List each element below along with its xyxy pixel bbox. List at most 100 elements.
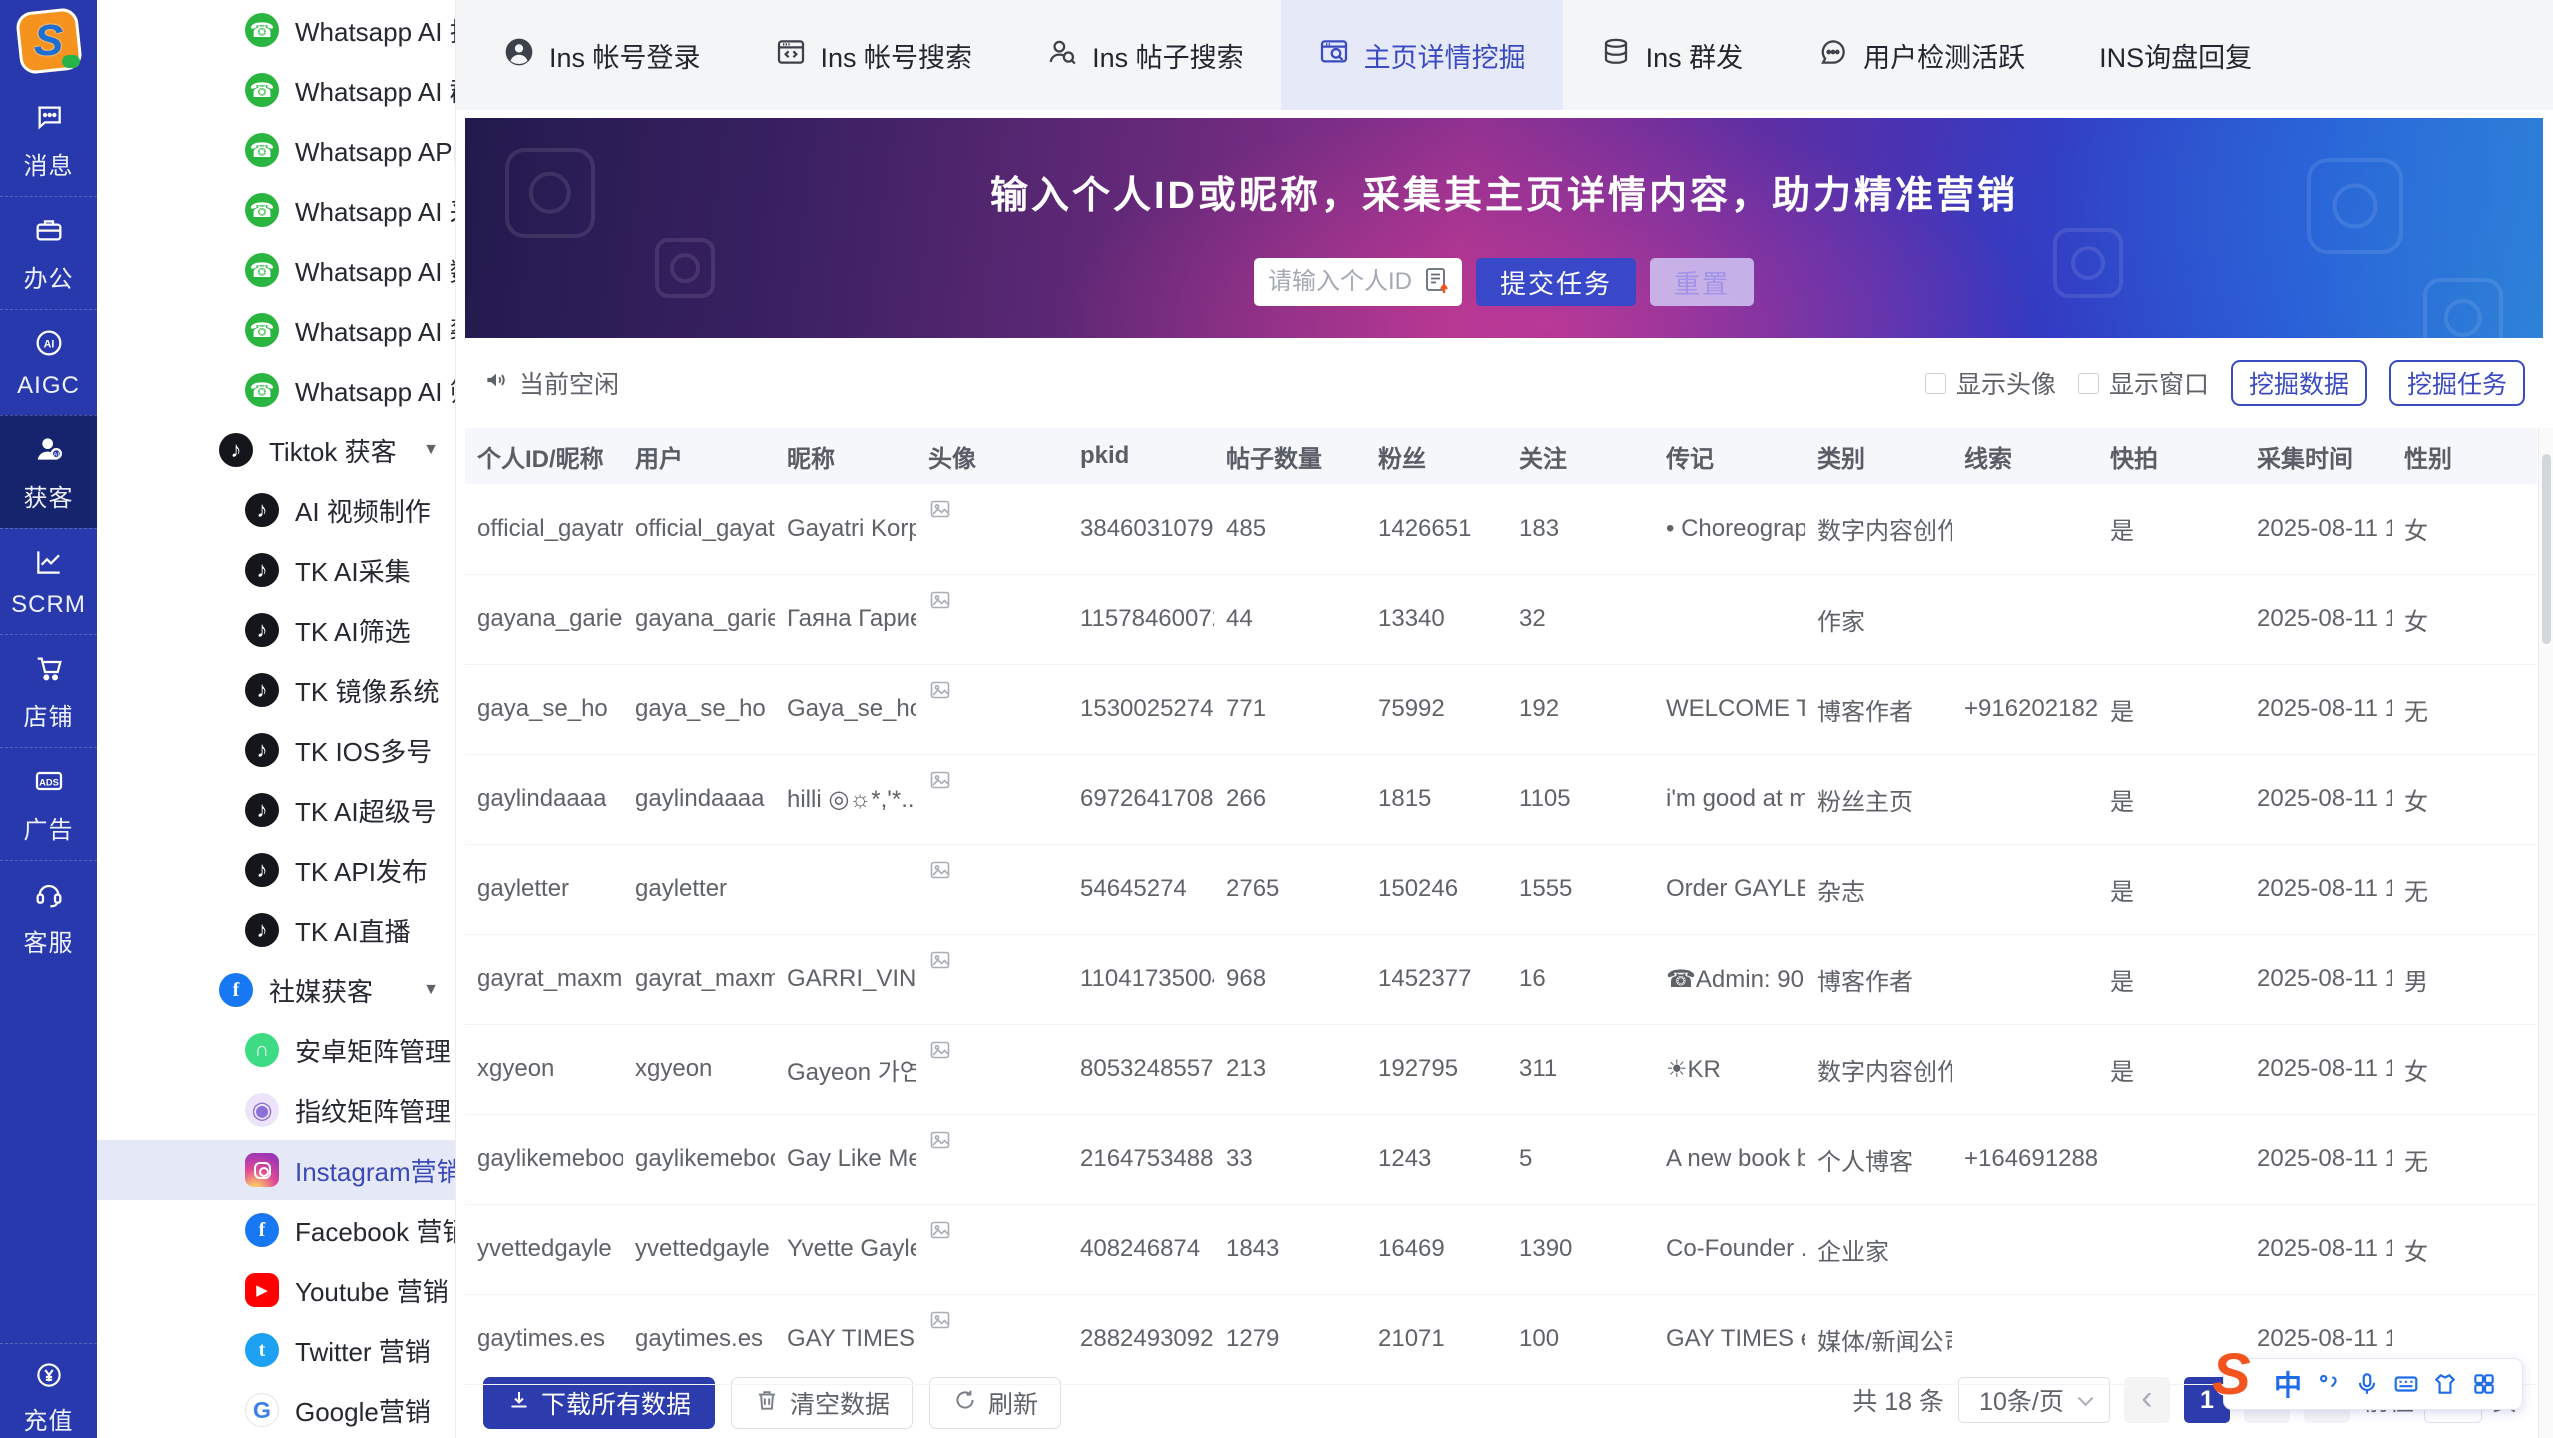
sidebar-item-label: 安卓矩阵管理 xyxy=(295,1032,451,1069)
sidebar-item-label: TK AI筛选 xyxy=(295,612,411,649)
rail-item-办公[interactable]: 办公 xyxy=(0,196,97,309)
scrollbar-thumb[interactable] xyxy=(2542,454,2551,644)
sidebar-item-Twitter 营销[interactable]: tTwitter 营销 xyxy=(97,1320,455,1380)
column-header-关注: 关注 xyxy=(1507,428,1654,484)
submit-doc-icon[interactable] xyxy=(1422,265,1452,300)
broken-image-icon xyxy=(928,1308,952,1339)
ime-punctuation-icon[interactable] xyxy=(2315,1371,2341,1397)
vertical-scrollbar[interactable] xyxy=(2538,428,2553,1438)
rail-item-消息[interactable]: 消息 xyxy=(0,84,97,196)
refresh-button[interactable]: 刷新 xyxy=(929,1377,1061,1429)
tiktok-icon: ♪ xyxy=(245,853,279,887)
sidebar-item-指纹矩阵管理[interactable]: ◉指纹矩阵管理 xyxy=(97,1080,455,1140)
main-area: Ins 帐号登录Ins 帐号搜索Ins 帖子搜索主页详情挖掘Ins 群发用户检测… xyxy=(456,0,2553,1438)
sidebar-item-Whatsapp AI 采集[interactable]: ☎Whatsapp AI 采集 xyxy=(97,180,455,240)
sidebar-item-TK AI采集[interactable]: ♪TK AI采集 xyxy=(97,540,455,600)
cell-头像 xyxy=(916,754,1068,844)
sidebar-item-Whatsapp AI 数据[interactable]: ☎Whatsapp AI 数据 xyxy=(97,240,455,300)
show-window-checkbox[interactable]: 显示窗口 xyxy=(2078,365,2209,401)
submit-task-button[interactable]: 提交任务 xyxy=(1476,258,1636,306)
rail-item-SCRM[interactable]: SCRM xyxy=(0,528,97,634)
cell-个人ID/昵称: gaya_se_ho xyxy=(465,664,623,754)
rail-item-recharge[interactable]: 充值 xyxy=(0,1343,97,1438)
app-logo[interactable]: S xyxy=(16,8,82,74)
table-row: gaylikemebookgaylikemebookGay Like Me216… xyxy=(465,1114,2537,1204)
person-circle-icon xyxy=(503,36,535,75)
sidebar-item-Whatsapp AI 筛选[interactable]: ☎Whatsapp AI 筛选 xyxy=(97,360,455,420)
column-header-粉丝: 粉丝 xyxy=(1366,428,1507,484)
tab-主页详情挖掘[interactable]: 主页详情挖掘 xyxy=(1281,0,1563,110)
svg-text:AI: AI xyxy=(53,451,59,458)
cell-昵称 xyxy=(775,844,916,934)
tab-Ins 帖子搜索[interactable]: Ins 帖子搜索 xyxy=(1009,0,1281,110)
sidebar-item-安卓矩阵管理[interactable]: ∩安卓矩阵管理 xyxy=(97,1020,455,1080)
mine-task-button[interactable]: 挖掘任务 xyxy=(2389,360,2525,406)
sidebar-item-Tiktok 获客[interactable]: ♪Tiktok 获客▼ xyxy=(97,420,455,480)
checkbox-icon[interactable] xyxy=(1925,373,1946,394)
sidebar-item-AI 视频制作[interactable]: ♪AI 视频制作 xyxy=(97,480,455,540)
clear-data-button[interactable]: 清空数据 xyxy=(731,1377,913,1429)
cell-传记: • Choreograp... xyxy=(1654,484,1805,574)
cell-头像 xyxy=(916,484,1068,574)
rail-item-label: 办公 xyxy=(24,259,74,294)
keyboard-icon[interactable] xyxy=(2393,1371,2419,1397)
tab-INS询盘回复[interactable]: INS询盘回复 xyxy=(2062,0,2289,110)
tab-Ins 帐号搜索[interactable]: Ins 帐号搜索 xyxy=(738,0,1010,110)
tab-Ins 帐号登录[interactable]: Ins 帐号登录 xyxy=(466,0,738,110)
status-text: 当前空闲 xyxy=(519,365,619,401)
toolbox-grid-icon[interactable] xyxy=(2471,1371,2497,1397)
table-row: gaya_se_hogaya_se_hoGaya_se_ho ...153002… xyxy=(465,664,2537,754)
sidebar-item-TK API发布[interactable]: ♪TK API发布 xyxy=(97,840,455,900)
show-avatar-checkbox[interactable]: 显示头像 xyxy=(1925,365,2056,401)
cell-头像 xyxy=(916,844,1068,934)
cell-昵称: Gayeon 가연 xyxy=(775,1024,916,1114)
skin-icon[interactable] xyxy=(2432,1371,2458,1397)
cell-类别: 个人博客 xyxy=(1805,1114,1952,1204)
download-all-button[interactable]: 下载所有数据 xyxy=(483,1377,715,1429)
sidebar-item-Facebook 营销[interactable]: fFacebook 营销 xyxy=(97,1200,455,1260)
twitter-icon: t xyxy=(245,1333,279,1367)
cell-个人ID/昵称: gayrat_maxmu... xyxy=(465,934,623,1024)
sogou-logo-icon[interactable]: S xyxy=(2212,1346,2251,1404)
checkbox-icon[interactable] xyxy=(2078,373,2099,394)
sidebar-item-Whatsapp AI 裂变[interactable]: ☎Whatsapp AI 裂变 xyxy=(97,300,455,360)
tab-Ins 群发[interactable]: Ins 群发 xyxy=(1563,0,1781,110)
sidebar-item-TK AI筛选[interactable]: ♪TK AI筛选 xyxy=(97,600,455,660)
cell-昵称: Gaya_se_ho ... xyxy=(775,664,916,754)
cell-类别: 数字内容创作者 xyxy=(1805,1024,1952,1114)
cell-快拍: 是 xyxy=(2098,754,2245,844)
tab-用户检测活跃[interactable]: 用户检测活跃 xyxy=(1780,0,2062,110)
reset-button[interactable]: 重置 xyxy=(1650,258,1754,306)
cell-帖子数量: 485 xyxy=(1214,484,1366,574)
column-header-pkid: pkid xyxy=(1068,428,1214,484)
sidebar-item-TK IOS多号[interactable]: ♪TK IOS多号 xyxy=(97,720,455,780)
rail-item-店铺[interactable]: 店铺 xyxy=(0,634,97,747)
broken-image-icon xyxy=(928,497,952,528)
sidebar-item-TK AI超级号[interactable]: ♪TK AI超级号 xyxy=(97,780,455,840)
microphone-icon[interactable] xyxy=(2354,1371,2380,1397)
sidebar-item-TK 镜像系统[interactable]: ♪TK 镜像系统 xyxy=(97,660,455,720)
profile-id-input[interactable] xyxy=(1268,268,1414,296)
rail-item-客服[interactable]: 客服 xyxy=(0,860,97,973)
sidebar-item-Google营销[interactable]: GGoogle营销 xyxy=(97,1380,455,1438)
sidebar-item-Youtube 营销[interactable]: ▶Youtube 营销 xyxy=(97,1260,455,1320)
sidebar-item-Whatsapp AI 拉群[interactable]: ☎Whatsapp AI 拉群 xyxy=(97,0,455,60)
sidebar-item-TK AI直播[interactable]: ♪TK AI直播 xyxy=(97,900,455,960)
rail-item-获客[interactable]: AI获客 xyxy=(0,415,97,528)
rail-item-AIGC[interactable]: AIAIGC xyxy=(0,309,97,415)
table-row: official_gayatri...official_gayatr...Gay… xyxy=(465,484,2537,574)
whatsapp-icon: ☎ xyxy=(245,373,279,407)
facebook-icon: f xyxy=(245,1213,279,1247)
sidebar-item-Instagram营销[interactable]: Instagram营销 xyxy=(97,1140,455,1200)
logo-status-dot xyxy=(62,55,80,68)
table-row: gayrat_maxmu...gayrat_maxm...GARRI_VINE.… xyxy=(465,934,2537,1024)
table-row: gayana_garievagayana_garievaГаяна Гариев… xyxy=(465,574,2537,664)
ime-lang-toggle[interactable]: 中 xyxy=(2274,1364,2302,1404)
mine-data-button[interactable]: 挖掘数据 xyxy=(2231,360,2367,406)
rail-item-广告[interactable]: ADS广告 xyxy=(0,747,97,860)
sidebar-item-社媒获客[interactable]: f社媒获客▼ xyxy=(97,960,455,1020)
column-header-性别: 性别 xyxy=(2392,428,2537,484)
cell-个人ID/昵称: official_gayatri... xyxy=(465,484,623,574)
sidebar-item-Whatsapp API群发[interactable]: ☎Whatsapp API群发 xyxy=(97,120,455,180)
sidebar-item-Whatsapp AI 群发[interactable]: ☎Whatsapp AI 群发 xyxy=(97,60,455,120)
